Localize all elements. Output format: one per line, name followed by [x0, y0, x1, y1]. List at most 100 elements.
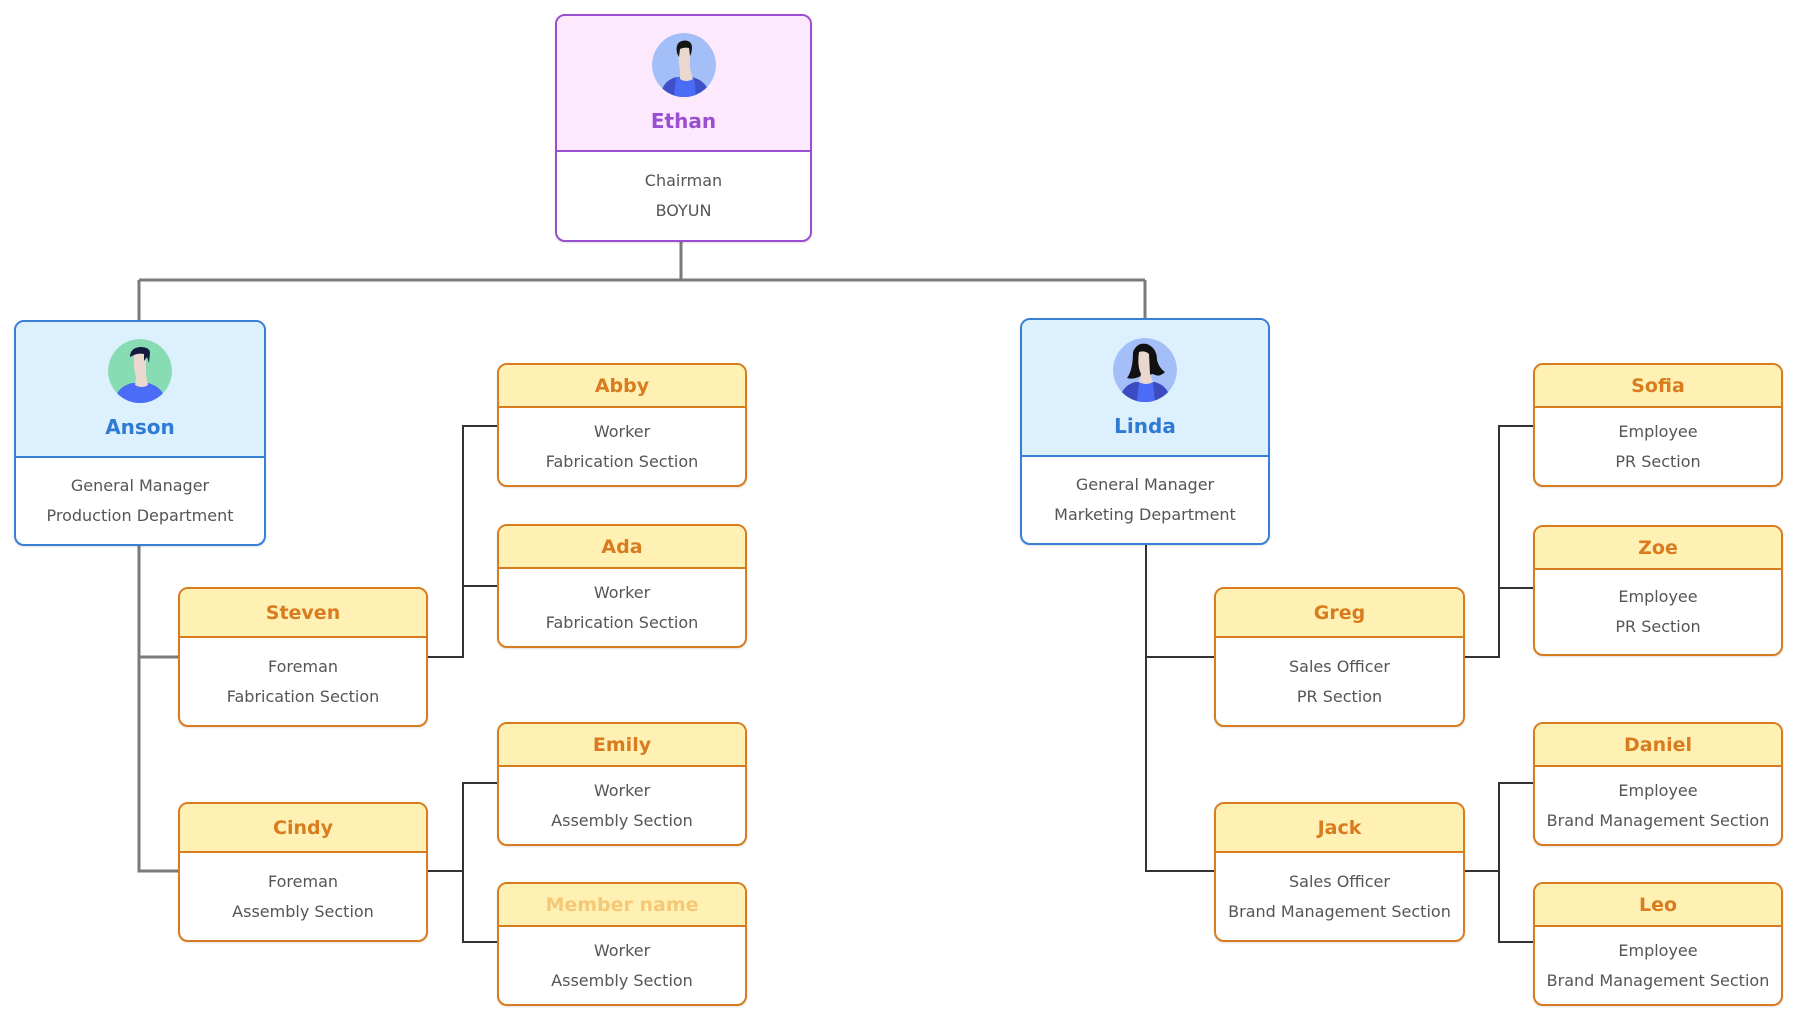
node-card-cindy[interactable]: Cindy Foreman Assembly Section: [178, 802, 428, 942]
node-body: Chairman BOYUN: [557, 152, 810, 240]
node-name: Ada: [601, 535, 643, 558]
node-card-steven[interactable]: Steven Foreman Fabrication Section: [178, 587, 428, 727]
female-avatar-icon: [1113, 337, 1177, 402]
node-card-emily[interactable]: Emily Worker Assembly Section: [497, 722, 747, 846]
node-name: Greg: [1313, 601, 1366, 624]
node-body: General Manager Marketing Department: [1022, 457, 1268, 543]
node-body: Worker Assembly Section: [499, 927, 745, 1004]
node-unit: PR Section: [1615, 617, 1701, 636]
node-title: Worker: [593, 421, 651, 441]
node-title: General Manager: [70, 476, 210, 495]
node-unit: Brand Management Section: [1546, 810, 1770, 830]
node-unit: Assembly Section: [551, 810, 693, 830]
node-body: Employee Brand Management Section: [1535, 927, 1781, 1004]
male-avatar-icon: [651, 33, 716, 97]
node-name: Anson: [105, 415, 175, 439]
node-title: Worker: [593, 780, 651, 800]
node-card-ethan[interactable]: Ethan Chairman BOYUN: [555, 14, 812, 242]
node-unit: Fabrication Section: [545, 451, 699, 471]
node-title: Chairman: [644, 171, 723, 190]
node-header: Linda: [1022, 320, 1268, 457]
node-body: Foreman Assembly Section: [180, 853, 426, 940]
node-title: Foreman: [267, 656, 339, 676]
connector-steven-workers: [428, 425, 497, 658]
node-card-leo[interactable]: Leo Employee Brand Management Section: [1533, 882, 1783, 1006]
connector-greg-workers: [1465, 425, 1533, 658]
node-header: Member name: [499, 884, 745, 927]
node-header: Ethan: [557, 16, 810, 152]
connector-jack-workers: [1465, 782, 1533, 943]
node-header: Cindy: [180, 804, 426, 853]
node-unit: BOYUN: [655, 201, 712, 220]
node-title: Worker: [593, 940, 651, 960]
node-name: Leo: [1638, 893, 1678, 916]
node-header: Steven: [180, 589, 426, 638]
node-body: Worker Assembly Section: [499, 767, 745, 844]
node-title: Foreman: [267, 871, 339, 891]
node-unit: Marketing Department: [1054, 505, 1236, 524]
node-body: Foreman Fabrication Section: [180, 638, 426, 725]
node-body: Sales Officer PR Section: [1216, 638, 1463, 725]
node-card-abby[interactable]: Abby Worker Fabrication Section: [497, 363, 747, 487]
node-unit: Assembly Section: [551, 970, 693, 990]
node-body: Employee PR Section: [1535, 408, 1781, 485]
node-name: Abby: [594, 374, 650, 397]
node-name: Ethan: [650, 109, 717, 133]
node-card-daniel[interactable]: Daniel Employee Brand Management Section: [1533, 722, 1783, 846]
node-body: Worker Fabrication Section: [499, 408, 745, 485]
node-header: Ada: [499, 526, 745, 569]
node-header: Zoe: [1535, 527, 1781, 570]
node-body: Worker Fabrication Section: [499, 569, 745, 646]
node-title: Sales Officer: [1289, 871, 1390, 891]
node-unit: Production Department: [46, 506, 234, 525]
node-name: Linda: [1114, 413, 1176, 438]
node-card-ada[interactable]: Ada Worker Fabrication Section: [497, 524, 747, 648]
node-header: Abby: [499, 365, 745, 408]
connector-root-managers: [137, 242, 1147, 320]
node-unit: PR Section: [1615, 451, 1701, 471]
node-header: Greg: [1216, 589, 1463, 638]
node-title: Employee: [1618, 421, 1698, 441]
node-name: Cindy: [273, 816, 333, 839]
node-header: Anson: [16, 322, 264, 458]
node-name: Zoe: [1638, 536, 1678, 559]
node-header: Jack: [1216, 804, 1463, 853]
node-header: Emily: [499, 724, 745, 767]
node-title: Worker: [593, 582, 651, 602]
node-title: Employee: [1618, 587, 1698, 606]
connector-cindy-workers: [428, 782, 497, 943]
node-header: Sofia: [1535, 365, 1781, 408]
node-card-greg[interactable]: Greg Sales Officer PR Section: [1214, 587, 1465, 727]
node-unit: PR Section: [1296, 686, 1383, 706]
male-avatar-icon: [108, 339, 172, 403]
node-card-member-placeholder[interactable]: Member name Worker Assembly Section: [497, 882, 747, 1006]
node-body: Sales Officer Brand Management Section: [1216, 853, 1463, 940]
node-name: Jack: [1317, 816, 1362, 839]
node-name: Daniel: [1623, 733, 1693, 756]
node-header: Daniel: [1535, 724, 1781, 767]
node-header: Leo: [1535, 884, 1781, 927]
node-card-linda[interactable]: Linda General Manager Marketing Departme…: [1020, 318, 1270, 545]
node-unit: Brand Management Section: [1546, 970, 1770, 990]
node-body: General Manager Production Department: [16, 458, 264, 544]
node-title: Employee: [1618, 940, 1698, 960]
node-name-placeholder[interactable]: Member name: [545, 894, 698, 916]
node-title: General Manager: [1075, 475, 1215, 494]
node-title: Sales Officer: [1289, 656, 1390, 676]
node-unit: Assembly Section: [232, 901, 374, 921]
node-name: Emily: [592, 733, 652, 756]
connector-linda-trunk: [1145, 545, 1214, 872]
node-card-zoe[interactable]: Zoe Employee PR Section: [1533, 525, 1783, 656]
connector-anson-trunk: [137, 546, 178, 873]
node-unit: Brand Management Section: [1228, 901, 1451, 921]
node-card-jack[interactable]: Jack Sales Officer Brand Management Sect…: [1214, 802, 1465, 942]
node-card-anson[interactable]: Anson General Manager Production Departm…: [14, 320, 266, 546]
node-card-sofia[interactable]: Sofia Employee PR Section: [1533, 363, 1783, 487]
node-unit: Fabrication Section: [226, 686, 380, 706]
node-name: Sofia: [1631, 374, 1685, 397]
node-name: Steven: [265, 601, 341, 624]
node-unit: Fabrication Section: [545, 612, 699, 632]
node-body: Employee PR Section: [1535, 570, 1781, 654]
node-body: Employee Brand Management Section: [1535, 767, 1781, 844]
node-title: Employee: [1618, 780, 1698, 800]
